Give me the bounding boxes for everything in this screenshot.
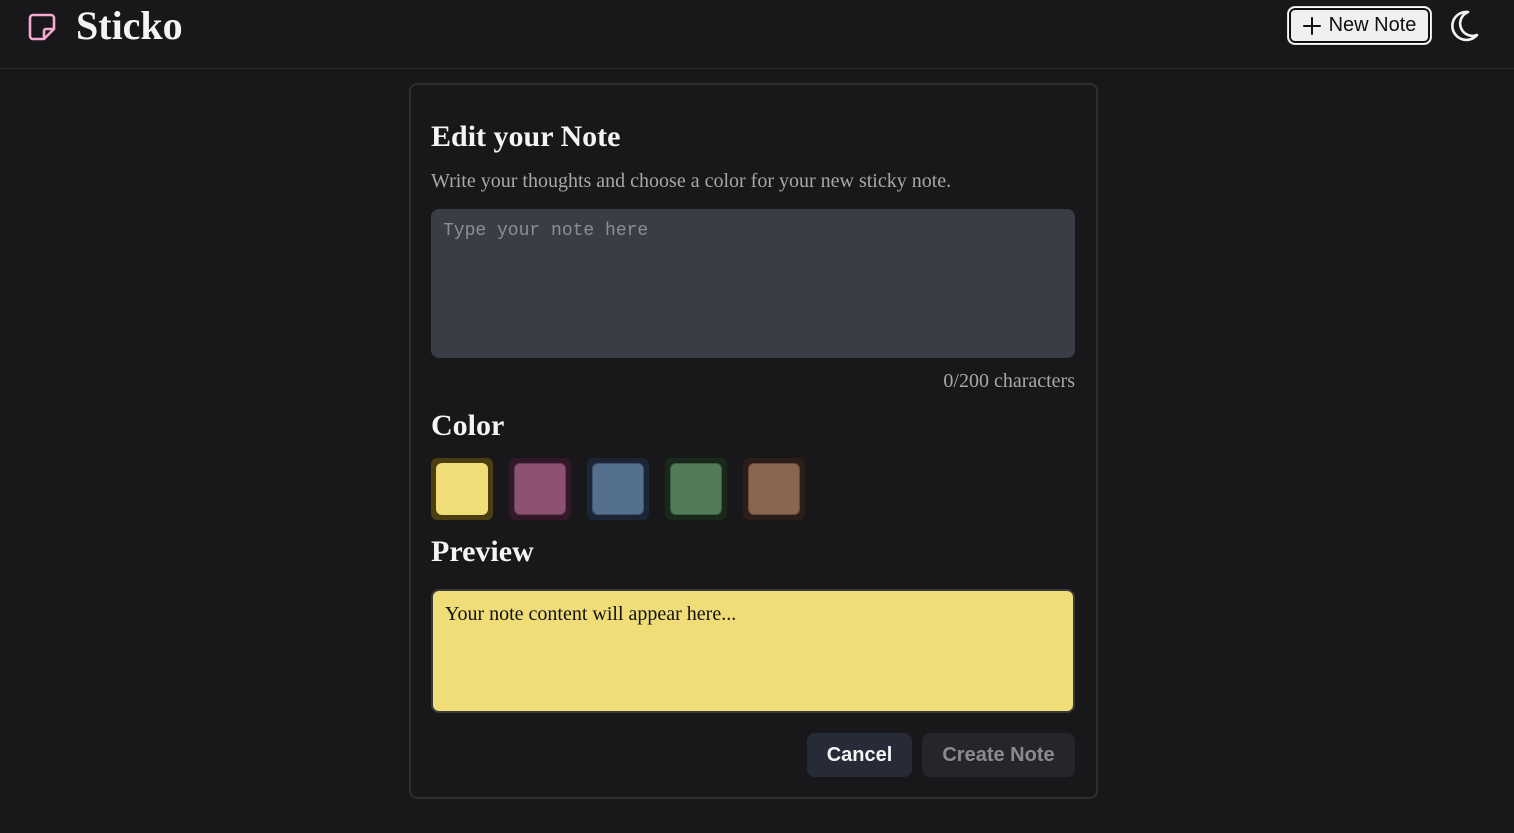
note-textarea[interactable] xyxy=(431,209,1075,358)
character-counter: 0/200 characters xyxy=(943,370,1075,392)
color-swatch-fill xyxy=(670,463,722,515)
top-bar: Sticko New Note xyxy=(0,0,1514,69)
dialog-description: Write your thoughts and choose a color f… xyxy=(431,170,952,192)
app-brand: Sticko xyxy=(76,3,183,48)
moon-icon[interactable] xyxy=(1448,9,1480,43)
create-note-button[interactable]: Create Note xyxy=(922,733,1075,777)
color-swatch-yellow[interactable] xyxy=(431,458,493,520)
dialog-title: Edit your Note xyxy=(431,120,621,153)
color-swatch-green[interactable] xyxy=(665,458,727,520)
color-swatch-brown[interactable] xyxy=(743,458,805,520)
color-swatch-fill xyxy=(514,463,566,515)
color-swatch-fill xyxy=(592,463,644,515)
color-swatch-fill xyxy=(436,463,488,515)
note-preview: Your note content will appear here... xyxy=(431,589,1075,713)
new-note-button[interactable]: New Note xyxy=(1288,7,1431,44)
color-swatch-pink[interactable] xyxy=(509,458,571,520)
color-label: Color xyxy=(431,409,505,442)
plus-icon xyxy=(1302,16,1321,35)
new-note-label: New Note xyxy=(1328,14,1417,36)
preview-label: Preview xyxy=(431,535,534,568)
color-swatch-blue[interactable] xyxy=(587,458,649,520)
sticky-note-icon xyxy=(28,13,56,41)
color-swatch-fill xyxy=(748,463,800,515)
cancel-button[interactable]: Cancel xyxy=(807,733,912,777)
preview-text: Your note content will appear here... xyxy=(445,603,737,625)
